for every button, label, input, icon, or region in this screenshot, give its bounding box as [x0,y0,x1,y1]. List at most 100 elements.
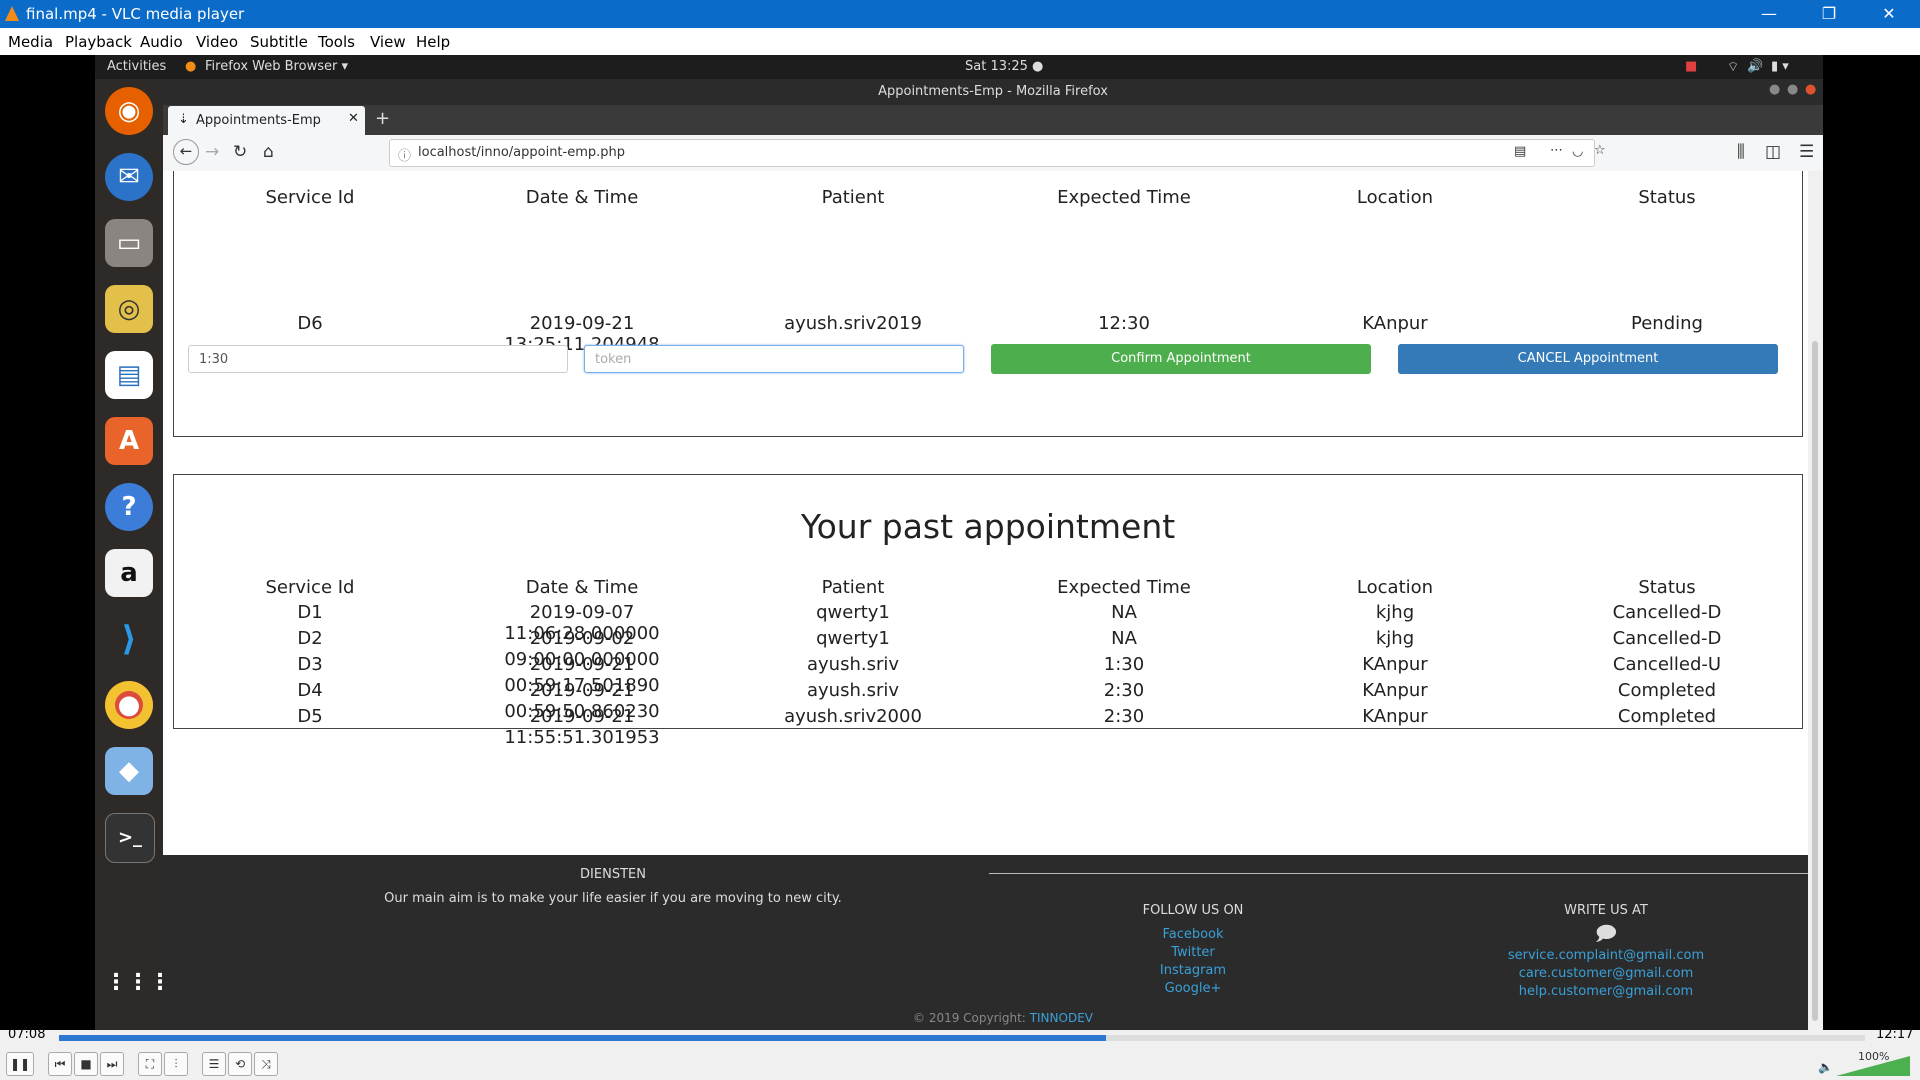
shuffle-icon[interactable]: ⤨ [254,1052,278,1076]
loop-icon[interactable]: ⟲ [228,1052,252,1076]
chrome-icon[interactable]: ● [105,681,153,729]
tab-label: Appointments-Emp [196,113,321,128]
expected-time-input[interactable]: 1:30 [188,345,568,373]
past-cell: Completed [1617,706,1717,727]
past-header-status: Status [1638,577,1696,598]
reader-view-icon[interactable]: ▤ [1514,144,1526,159]
googleplus-link[interactable]: Google+ [1043,981,1343,996]
instagram-link[interactable]: Instagram [1043,963,1343,978]
past-cell: ayush.sriv [806,654,900,675]
pocket-icon[interactable]: ◡ [1572,144,1583,159]
rhythmbox-icon[interactable]: ◎ [105,285,153,333]
cancel-appointment-button[interactable]: CANCEL Appointment [1398,344,1778,374]
amazon-icon[interactable]: a [105,549,153,597]
copyright-link[interactable]: TINNODEV [1030,1011,1093,1025]
past-cell: NA [1111,602,1137,623]
site-footer: DIENSTEN Our main aim is to make your li… [163,855,1808,1030]
past-cell: Cancelled-D [1612,628,1722,649]
token-input[interactable]: token [584,345,964,373]
app-menu[interactable]: Firefox Web Browser ▾ [205,59,348,74]
ff-minimize-icon[interactable]: ● [1769,82,1780,97]
help-icon[interactable]: ? [105,483,153,531]
past-cell: KAnpur [1362,680,1428,701]
record-icon[interactable]: ■ [1685,59,1697,74]
ff-maximize-icon[interactable]: ● [1787,82,1798,97]
tab-appointments[interactable]: ⇣ Appointments-Emp ✕ [168,106,365,135]
menu-help[interactable]: Help [416,33,450,51]
follow-title: FOLLOW US ON [1142,903,1244,918]
home-icon[interactable]: ⌂ [263,142,274,162]
past-cell: ayush.sriv2000 [784,706,922,727]
next-icon[interactable]: ⏭ [100,1052,124,1076]
seek-bar[interactable] [59,1035,1865,1041]
wifi-icon[interactable]: ⌔ [1727,59,1739,75]
fullscreen-icon[interactable]: ⛶ [138,1052,162,1076]
back-icon[interactable]: ← [173,139,199,165]
vlc-menubar: Media Playback Audio Video Subtitle Tool… [0,28,1920,55]
activities-button[interactable]: Activities [107,59,166,74]
speaker-icon[interactable]: 🔈 [1818,1060,1833,1074]
page-content: Service Id Date & Time Patient Expected … [163,171,1808,1030]
firefox-small-icon: ● [185,59,197,74]
menu-tools[interactable]: Tools [318,33,355,51]
upcoming-appointments-card: Service Id Date & Time Patient Expected … [173,171,1803,437]
confirm-appointment-button[interactable]: Confirm Appointment [991,344,1371,374]
clock[interactable]: Sat 13:25 ● [965,59,1043,74]
past-cell: D2 [297,628,323,649]
show-apps-icon[interactable]: ⋮⋮⋮ [105,959,171,1007]
twitter-link[interactable]: Twitter [1043,945,1343,960]
info-icon[interactable]: ⓘ [398,145,411,164]
ubuntu-dock: ◉ ✉ ▭ ◎ ▤ A ? a ⟩ ● ◆ >_ ⋮⋮⋮ [95,79,171,1030]
software-icon[interactable]: A [105,417,153,465]
minimize-icon[interactable]: — [1746,0,1792,28]
email-link[interactable]: care.customer@gmail.com [1456,966,1756,981]
url-text: localhost/inno/appoint-emp.php [418,145,626,160]
ff-close-icon[interactable]: ● [1805,82,1816,97]
page-actions-icon[interactable]: ⋯ [1550,143,1563,158]
restore-icon[interactable]: ❐ [1806,0,1852,28]
past-header-service-id: Service Id [265,577,355,598]
library-icon[interactable]: ⫼ [1737,142,1745,162]
battery-icon[interactable]: ▮ ▾ [1771,59,1789,74]
files-icon[interactable]: ▭ [105,219,153,267]
forward-icon[interactable]: → [205,142,219,162]
hamburger-menu-icon[interactable]: ☰ [1799,142,1814,162]
menu-playback[interactable]: Playback [65,33,132,51]
volume-slider[interactable]: 100% [1836,1050,1910,1076]
writer-icon[interactable]: ▤ [105,351,153,399]
scroll-thumb[interactable] [1812,341,1818,1021]
close-icon[interactable]: ✕ [1866,0,1912,28]
stop-icon[interactable]: ■ [74,1052,98,1076]
bookmark-star-icon[interactable]: ☆ [1594,143,1606,158]
menu-view[interactable]: View [370,33,406,51]
page-scrollbar[interactable] [1808,171,1823,1030]
reload-icon[interactable]: ↻ [233,142,247,162]
new-tab-icon[interactable]: + [375,108,390,129]
previous-icon[interactable]: ⏮ [48,1052,72,1076]
email-link[interactable]: help.customer@gmail.com [1456,984,1756,999]
tab-close-icon[interactable]: ✕ [348,111,359,126]
facebook-link[interactable]: Facebook [1043,927,1343,942]
url-bar[interactable]: ⓘ localhost/inno/appoint-emp.php ▤ ⋯ ◡ ☆ [389,139,1606,167]
virtualbox-icon[interactable]: ◆ [105,747,153,795]
terminal-icon[interactable]: >_ [105,813,155,863]
pause-icon[interactable]: ❚❚ [6,1052,34,1076]
sidebar-icon[interactable]: ◫ [1765,142,1781,162]
cell-service-id: D6 [297,313,323,334]
thunderbird-icon[interactable]: ✉ [105,153,153,201]
extended-settings-icon[interactable]: ⫶ [164,1052,188,1076]
past-title: Your past appointment [800,507,1176,546]
menu-audio[interactable]: Audio [140,33,183,51]
menu-video[interactable]: Video [196,33,238,51]
firefox-icon[interactable]: ◉ [105,87,153,135]
menu-subtitle[interactable]: Subtitle [250,33,308,51]
window-title: final.mp4 - VLC media player [26,5,245,23]
email-link[interactable]: service.complaint@gmail.com [1456,948,1756,963]
volume-icon[interactable]: 🔊 [1747,59,1763,74]
vlc-controls: 07:08 12:17 ❚❚ ⏮ ■ ⏭ ⛶ ⫶ ☰ ⟲ ⤨ 🔈 100% [0,1027,1920,1080]
header-location: Location [1356,187,1434,208]
past-appointments-card: Your past appointment Service Id Date & … [173,474,1803,748]
vscode-icon[interactable]: ⟩ [105,615,153,663]
menu-media[interactable]: Media [8,33,53,51]
playlist-icon[interactable]: ☰ [202,1052,226,1076]
